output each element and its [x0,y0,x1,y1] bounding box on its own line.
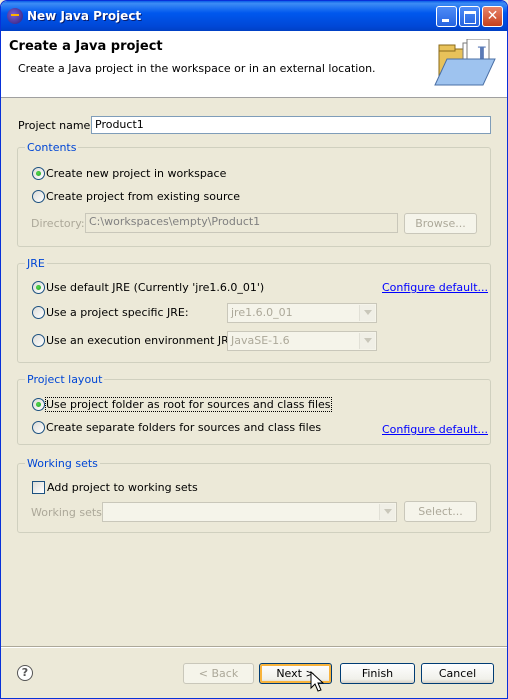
single-folder-layout-radio[interactable] [32,398,45,411]
footer-separator [1,646,507,648]
layout-configure-default-link[interactable]: Configure default... [382,423,488,436]
eclipse-icon [7,8,23,24]
new-project-option-label[interactable]: Create new project in workspace [46,167,226,180]
default-jre-radio[interactable] [32,281,45,294]
separate-folders-layout-label[interactable]: Create separate folders for sources and … [46,421,321,434]
java-project-folder-icon: J [434,39,496,86]
specific-jre-select[interactable]: jre1.6.0_01 [227,303,377,323]
jre-legend: JRE [25,257,47,270]
single-folder-layout-label[interactable]: Use project folder as root for sources a… [45,397,332,412]
chevron-down-icon[interactable] [359,333,375,349]
directory-label: Directory: [31,217,85,230]
close-button[interactable]: ✕ [482,6,503,27]
new-java-project-dialog: New Java Project ✕ Create a Java project… [0,0,508,699]
environment-jre-select[interactable]: JavaSE-1.6 [227,331,377,351]
mouse-pointer-icon [310,671,324,692]
chevron-down-icon[interactable] [379,504,395,520]
specific-jre-value: jre1.6.0_01 [231,306,293,319]
jre-configure-default-link[interactable]: Configure default... [382,281,488,294]
chevron-down-icon[interactable] [359,305,375,321]
default-jre-label[interactable]: Use default JRE (Currently 'jre1.6.0_01'… [46,281,264,294]
project-name-input[interactable]: Product1 [91,116,491,134]
cancel-button[interactable]: Cancel [421,663,494,684]
window-title: New Java Project [27,9,142,23]
environment-jre-radio[interactable] [32,334,45,347]
wizard-banner: Create a Java project Create a Java proj… [1,31,507,98]
working-sets-label: Working sets: [31,506,106,519]
back-button[interactable]: < Back [183,663,254,684]
page-description: Create a Java project in the workspace o… [18,62,376,75]
close-icon: ✕ [486,8,499,24]
working-sets-combo[interactable] [102,502,397,522]
help-icon[interactable]: ? [17,665,33,681]
working-sets-legend: Working sets [25,457,100,470]
add-to-working-sets-label[interactable]: Add project to working sets [47,481,198,494]
project-name-label: Project name: [18,119,95,132]
environment-jre-value: JavaSE-1.6 [231,334,290,347]
specific-jre-label[interactable]: Use a project specific JRE: [46,306,189,319]
directory-input[interactable]: C:\workspaces\empty\Product1 [85,213,398,233]
working-sets-group [17,463,491,533]
page-title: Create a Java project [9,39,163,54]
contents-legend: Contents [25,141,79,154]
new-project-radio[interactable] [32,167,45,180]
environment-jre-label[interactable]: Use an execution environment JRE: [46,334,239,347]
add-to-working-sets-checkbox[interactable] [32,481,45,494]
existing-source-option-label[interactable]: Create project from existing source [46,190,240,203]
maximize-button[interactable] [459,6,480,27]
separate-folders-layout-radio[interactable] [32,421,45,434]
specific-jre-radio[interactable] [32,306,45,319]
title-bar[interactable]: New Java Project ✕ [1,1,507,31]
finish-button[interactable]: Finish [340,663,415,684]
existing-source-radio[interactable] [32,190,45,203]
browse-button[interactable]: Browse... [404,213,477,234]
minimize-button[interactable] [436,6,457,27]
select-working-sets-button[interactable]: Select... [404,501,477,522]
project-layout-legend: Project layout [25,373,105,386]
